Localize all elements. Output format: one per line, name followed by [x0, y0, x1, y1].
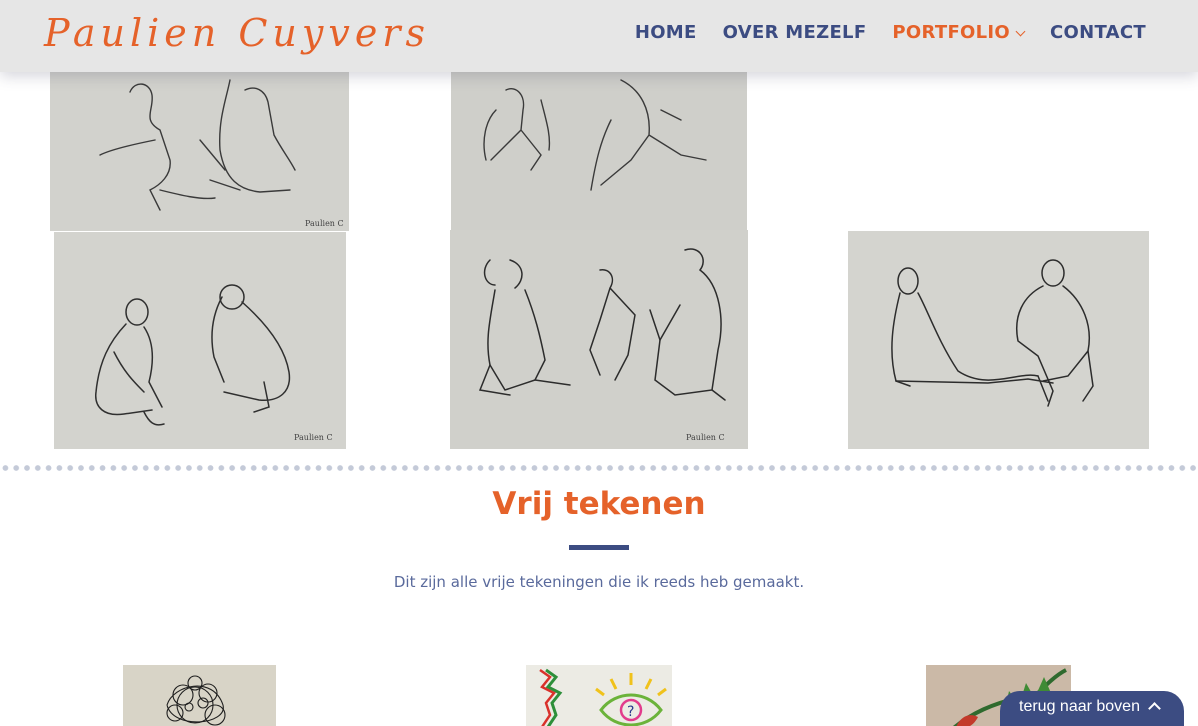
nav-portfolio[interactable]: Portfolio	[892, 20, 1026, 46]
nav-contact[interactable]: Contact	[1050, 20, 1146, 46]
sketch-drawing: Paulien C	[54, 232, 346, 449]
site-logo[interactable]: Paulien Cuyvers	[44, 10, 430, 56]
eye-drawing-image[interactable]: ?	[526, 665, 672, 726]
site-header: Paulien Cuyvers Home Over mezelf Portfol…	[0, 0, 1198, 72]
nav-portfolio-label: Portfolio	[892, 22, 1011, 43]
svg-text:Paulien C: Paulien C	[305, 219, 344, 228]
nav-over-mezelf[interactable]: Over mezelf	[723, 20, 867, 46]
sketch-pair-crouching-image[interactable]: Paulien C	[54, 232, 346, 449]
ink-doodle-image[interactable]	[123, 665, 276, 726]
main-nav: Home Over mezelf Portfolio Contact	[635, 20, 1146, 46]
nav-home[interactable]: Home	[635, 20, 697, 46]
dotted-divider	[0, 464, 1198, 472]
section-subtitle: Dit zijn alle vrije tekeningen die ik re…	[393, 573, 805, 591]
back-to-top-button[interactable]: terug naar boven	[1000, 691, 1184, 726]
chevron-down-icon	[1015, 26, 1026, 36]
svg-text:?: ?	[627, 704, 634, 720]
sketch-drawing	[848, 231, 1149, 449]
section-title: Vrij tekenen	[492, 486, 706, 522]
chevron-up-icon	[1148, 702, 1161, 715]
ink-doodle-drawing	[123, 665, 276, 726]
title-underline	[569, 545, 629, 550]
page: Paulien Cuyvers Home Over mezelf Portfol…	[0, 0, 1198, 726]
eye-drawing: ?	[526, 665, 672, 726]
svg-text:Paulien C: Paulien C	[686, 433, 725, 442]
sketch-pair-reclining-image[interactable]	[848, 231, 1149, 449]
sketch-trio-image[interactable]: Paulien C	[450, 230, 748, 449]
svg-text:Paulien C: Paulien C	[294, 433, 333, 442]
sketch-drawing: Paulien C	[450, 230, 748, 449]
back-to-top-label: terug naar boven	[1019, 698, 1140, 715]
